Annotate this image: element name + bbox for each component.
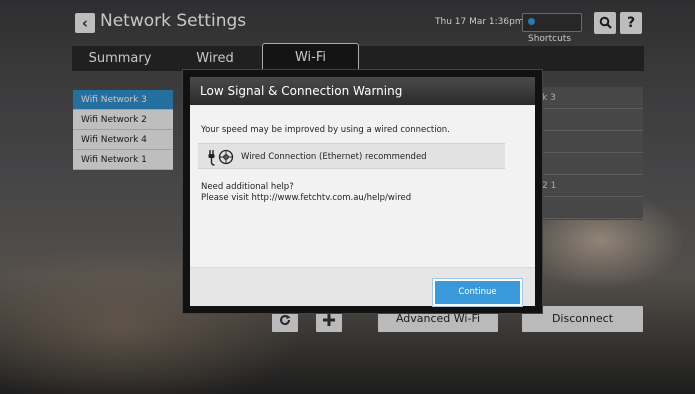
dialog-message: Your speed may be improved by using a wi… (201, 125, 450, 135)
dialog-body: Low Signal & Connection Warning Your spe… (190, 77, 535, 307)
dialog-header: Low Signal & Connection Warning (190, 77, 535, 105)
help-url-text: Please visit http://www.fetchtv.com.au/h… (201, 193, 412, 203)
help-text: Need additional help? (201, 182, 294, 192)
dialog-title: Low Signal & Connection Warning (200, 84, 403, 98)
continue-button[interactable]: Continue (432, 278, 523, 307)
warning-dialog: Low Signal & Connection Warning Your spe… (182, 69, 543, 314)
recommendation-box: Wired Connection (Ethernet) recommended (198, 143, 505, 169)
recommendation-text: Wired Connection (Ethernet) recommended (241, 152, 427, 162)
ethernet-icon (208, 149, 234, 166)
